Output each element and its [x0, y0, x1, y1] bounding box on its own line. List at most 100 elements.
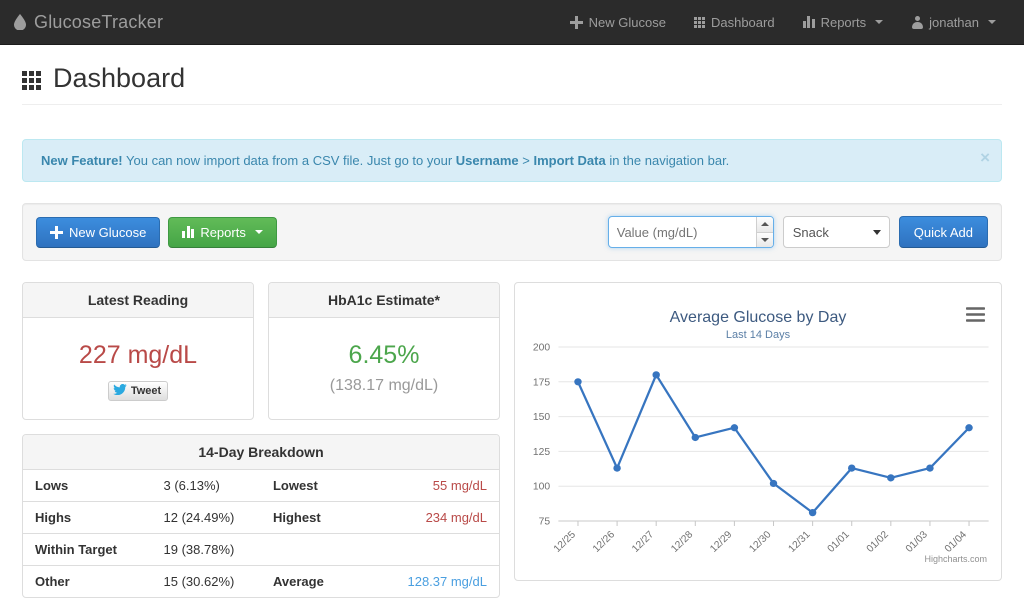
row-value: 15 (30.62%)	[151, 565, 261, 597]
chart-data-point	[887, 474, 895, 482]
x-axis-tick: 01/04	[943, 529, 969, 555]
page-title: Dashboard	[22, 63, 1002, 94]
page-title-label: Dashboard	[53, 63, 186, 93]
bar-chart-icon	[802, 16, 815, 28]
tweet-label: Tweet	[130, 384, 162, 397]
user-icon	[911, 15, 923, 29]
page-header: Dashboard	[0, 45, 1024, 119]
y-axis-tick: 175	[533, 377, 551, 388]
alert-strong: New Feature!	[41, 153, 123, 168]
latest-reading-card: Latest Reading 227 mg/dL Tweet	[22, 282, 254, 420]
nav-label-new-glucose: New Glucose	[588, 14, 666, 30]
x-axis-tick: 12/30	[747, 529, 773, 555]
chart-data-point	[652, 371, 660, 379]
triangle-up-icon	[760, 222, 769, 227]
action-toolbar: New Glucose Reports Snack	[22, 203, 1002, 261]
stepper-up-button[interactable]	[756, 217, 773, 233]
nav-item-user-menu[interactable]: jonathan	[899, 6, 1008, 39]
alert-link-import-data[interactable]: Import Data	[533, 153, 605, 168]
row-label: Highs	[23, 501, 152, 534]
row-value: 3 (6.13%)	[163, 478, 220, 493]
hba1c-body: 6.45% (138.17 mg/dL)	[269, 318, 499, 419]
brand-logo[interactable]: GlucoseTracker	[14, 12, 163, 33]
table-row: Within Target 19 (38.78%)	[23, 533, 499, 566]
tweet-button[interactable]: Tweet	[107, 380, 169, 401]
x-axis-tick: 12/28	[669, 529, 695, 555]
stat-cards: Latest Reading 227 mg/dL Tweet HbA1c Est…	[22, 282, 500, 420]
row-label: Lows	[35, 478, 69, 493]
latest-reading-title: Latest Reading	[23, 283, 253, 318]
close-icon[interactable]: ×	[980, 149, 990, 166]
row-label2: Lowest	[272, 478, 318, 493]
alert-separator: >	[518, 153, 534, 168]
new-glucose-label: New Glucose	[69, 224, 147, 240]
main-content: New Feature! You can now import data fro…	[0, 139, 1024, 598]
navbar-links: New Glucose Dashboard Reports jonathan	[558, 6, 1008, 39]
twitter-bird-icon	[113, 383, 127, 398]
right-column: Average Glucose by Day Last 14 Days 75 10…	[514, 282, 1002, 581]
chart-data-point	[808, 509, 817, 517]
glucose-value-input[interactable]	[608, 217, 756, 247]
row-value2: 55 mg/dL	[432, 478, 487, 493]
nav-item-reports[interactable]: Reports	[791, 6, 896, 39]
top-navbar: GlucoseTracker New Glucose Dashboard Rep…	[0, 0, 1024, 45]
quick-add-group: Snack Quick Add	[607, 216, 988, 248]
chart-data-point	[965, 424, 973, 432]
breakdown-title: 14-Day Breakdown	[23, 435, 499, 470]
y-axis-tick: 150	[533, 412, 551, 423]
chart-data-point	[574, 378, 582, 386]
row-value2: 128.37 mg/dL	[379, 565, 499, 597]
reports-button[interactable]: Reports	[168, 216, 277, 248]
chart-credit: Highcharts.com	[924, 554, 987, 564]
table-row: Highs 12 (24.49%) Highest 234 mg/dL	[23, 501, 499, 534]
x-axis-tick: 01/02	[865, 529, 891, 555]
toolbar-left-group: New Glucose Reports	[36, 216, 277, 248]
row-label: Other	[23, 565, 152, 597]
hba1c-value: 6.45%	[348, 341, 420, 369]
triangle-down-icon	[760, 237, 769, 242]
row-label2	[260, 533, 380, 566]
nav-label-dashboard: Dashboard	[710, 14, 775, 30]
stepper-down-button[interactable]	[756, 232, 773, 247]
nav-item-new-glucose[interactable]: New Glucose	[558, 6, 678, 39]
nav-label-username: jonathan	[929, 14, 979, 30]
chevron-down-icon	[875, 20, 884, 24]
row-label: Within Target	[23, 533, 152, 566]
breakdown-card: 14-Day Breakdown Lows 3 (6.13%) Lowest 5…	[22, 434, 500, 598]
y-axis-tick: 125	[533, 447, 551, 458]
y-axis-tick: 100	[533, 482, 551, 493]
table-row: Other 15 (30.62%) Average 128.37 mg/dL	[23, 565, 499, 597]
latest-reading-body: 227 mg/dL Tweet	[23, 318, 253, 419]
alert-banner: New Feature! You can now import data fro…	[22, 139, 1002, 182]
quick-add-label: Quick Add	[913, 224, 973, 240]
row-value2: 234 mg/dL	[379, 501, 499, 534]
chart-plot: 75 100 125 150 175 200 12/25 12/26 12/27 12/28 12/…	[533, 343, 989, 555]
breakdown-table: Lows 3 (6.13%) Lowest 55 mg/dL Highs 12 …	[23, 470, 499, 597]
glucose-chart-card: Average Glucose by Day Last 14 Days 75 10…	[514, 282, 1002, 581]
hba1c-title: HbA1c Estimate*	[269, 283, 499, 318]
alert-link-username[interactable]: Username	[456, 153, 519, 168]
nav-item-dashboard[interactable]: Dashboard	[682, 6, 787, 39]
quick-add-button[interactable]: Quick Add	[898, 216, 988, 248]
chart-title: Average Glucose by Day	[669, 309, 847, 326]
bar-chart-icon	[182, 226, 195, 238]
header-divider	[22, 104, 1002, 105]
x-axis-tick: 12/31	[787, 529, 813, 555]
x-axis-tick: 12/25	[552, 529, 578, 555]
y-axis-tick: 75	[539, 517, 551, 528]
plus-icon	[50, 225, 63, 239]
new-glucose-button[interactable]: New Glucose	[36, 216, 161, 248]
value-field-wrapper	[607, 216, 774, 248]
grid-icon	[693, 16, 705, 28]
chevron-down-icon	[988, 20, 996, 24]
dashboard-row: Latest Reading 227 mg/dL Tweet HbA1c Est…	[22, 282, 1002, 598]
droplet-icon	[14, 14, 26, 30]
x-axis-tick: 01/03	[904, 529, 930, 555]
hamburger-icon[interactable]	[966, 307, 985, 325]
x-axis-tick: 12/29	[708, 529, 734, 555]
quantity-stepper[interactable]	[755, 217, 773, 247]
category-select-wrapper: Snack	[782, 216, 890, 248]
category-select[interactable]: Snack	[782, 216, 890, 248]
chart-data-point	[691, 433, 700, 442]
x-axis-tick: 12/27	[630, 529, 656, 555]
